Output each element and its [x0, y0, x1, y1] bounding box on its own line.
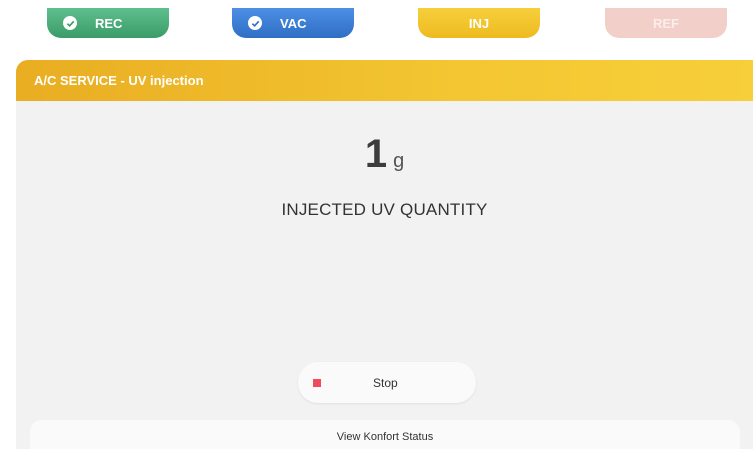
step-label: VAC — [280, 15, 307, 31]
step-label: REC — [95, 15, 123, 31]
step-tabs: REC VAC INJ REF — [0, 0, 753, 40]
stop-button-label: Stop — [373, 375, 398, 390]
step-tab-inj[interactable]: INJ — [418, 8, 540, 38]
injected-quantity-unit: g — [393, 150, 405, 172]
check-icon — [63, 16, 77, 30]
stop-icon — [313, 378, 321, 387]
step-tab-ref[interactable]: REF — [605, 8, 727, 38]
step-tab-rec[interactable]: REC — [47, 8, 169, 38]
step-label: INJ — [468, 15, 490, 31]
view-status-bar[interactable]: View Konfort Status — [30, 420, 740, 449]
view-status-label: View Konfort Status — [336, 431, 434, 443]
stop-button[interactable]: Stop — [298, 362, 476, 403]
step-label: REF — [653, 15, 679, 31]
injected-quantity-value: 1 — [364, 132, 388, 176]
panel-title: A/C SERVICE - UV injection — [16, 60, 753, 101]
step-tab-vac[interactable]: VAC — [232, 8, 354, 38]
injected-quantity-label: INJECTED UV QUANTITY — [281, 200, 488, 219]
check-icon — [248, 16, 262, 30]
injected-quantity-readout: 1g — [16, 132, 753, 177]
injection-panel: A/C SERVICE - UV injection 1g INJECTED U… — [16, 60, 753, 449]
ac-service-screen: REC VAC INJ REF A/C SERVICE - UV injecti… — [0, 0, 753, 449]
